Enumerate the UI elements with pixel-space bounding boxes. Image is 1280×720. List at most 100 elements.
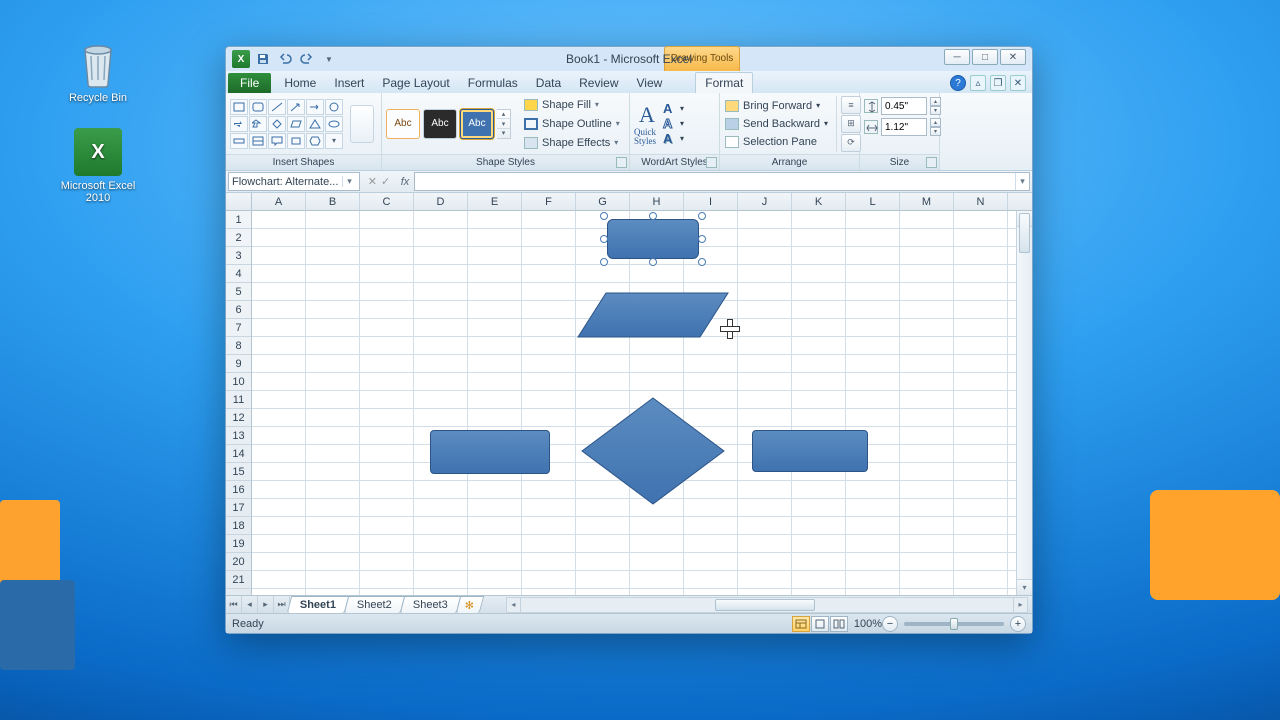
shape-outline-button[interactable]: Shape Outline▾ xyxy=(520,115,624,133)
cells-area[interactable] xyxy=(252,211,1032,595)
column-header[interactable]: J xyxy=(738,193,792,210)
tab-formulas[interactable]: Formulas xyxy=(459,73,527,93)
row-header[interactable]: 15 xyxy=(226,463,251,481)
row-header[interactable]: 19 xyxy=(226,535,251,553)
new-sheet-button[interactable]: ✻ xyxy=(456,596,485,613)
row-header[interactable]: 10 xyxy=(226,373,251,391)
close-button[interactable]: ✕ xyxy=(1000,49,1026,65)
worksheet-grid[interactable]: A B C D E F G H I J K L M N 1 2 3 4 5 6 … xyxy=(226,193,1032,595)
row-header[interactable]: 12 xyxy=(226,409,251,427)
name-box[interactable]: Flowchart: Alternate...▾ xyxy=(228,172,360,191)
tab-data[interactable]: Data xyxy=(527,73,570,93)
column-header[interactable]: M xyxy=(900,193,954,210)
row-header[interactable]: 4 xyxy=(226,265,251,283)
desktop-icon-recycle-bin[interactable]: Recycle Bin xyxy=(58,40,138,104)
shape-option[interactable] xyxy=(306,133,324,149)
row-header[interactable]: 18 xyxy=(226,517,251,535)
chevron-down-icon[interactable]: ▾ xyxy=(342,176,356,187)
qat-customize-button[interactable]: ▼ xyxy=(320,50,338,68)
text-effects-button[interactable]: A▾ xyxy=(663,132,684,146)
row-header[interactable]: 21 xyxy=(226,571,251,589)
maximize-button[interactable]: □ xyxy=(972,49,998,65)
shape-option[interactable] xyxy=(230,99,248,115)
column-header[interactable]: H xyxy=(630,193,684,210)
row-header[interactable]: 16 xyxy=(226,481,251,499)
row-header[interactable]: 6 xyxy=(226,301,251,319)
sheet-tab[interactable]: Sheet1 xyxy=(287,596,350,613)
flowchart-process-shape[interactable] xyxy=(752,430,868,472)
shape-style-preset[interactable]: Abc xyxy=(423,109,457,139)
shape-style-preset[interactable]: Abc xyxy=(386,109,420,139)
edit-shape-button[interactable] xyxy=(350,105,374,143)
tab-page-layout[interactable]: Page Layout xyxy=(373,73,458,93)
shape-style-more-button[interactable]: ▴▾▾ xyxy=(497,109,511,139)
row-header[interactable]: 11 xyxy=(226,391,251,409)
undo-button[interactable] xyxy=(276,50,294,68)
column-header[interactable]: D xyxy=(414,193,468,210)
vertical-scrollbar[interactable]: ▴ ▾ xyxy=(1016,211,1032,595)
row-header[interactable]: 3 xyxy=(226,247,251,265)
column-header[interactable]: B xyxy=(306,193,360,210)
shape-option[interactable] xyxy=(268,133,286,149)
expand-formula-bar[interactable]: ▾ xyxy=(1015,173,1029,190)
scrollbar-thumb[interactable] xyxy=(1019,213,1030,253)
tab-view[interactable]: View xyxy=(628,73,672,93)
restore-workbook-button[interactable]: ❐ xyxy=(990,75,1006,91)
row-header[interactable]: 8 xyxy=(226,337,251,355)
scrollbar-thumb[interactable] xyxy=(715,599,815,611)
shape-option[interactable] xyxy=(249,133,267,149)
excel-app-icon[interactable] xyxy=(232,50,250,68)
row-header[interactable]: 17 xyxy=(226,499,251,517)
flowchart-data-shape[interactable] xyxy=(576,291,730,339)
shape-width-input[interactable] xyxy=(881,118,927,136)
shape-height-input[interactable] xyxy=(881,97,927,115)
shape-option[interactable] xyxy=(325,99,343,115)
shape-option[interactable] xyxy=(306,116,324,132)
desktop-icon-excel[interactable]: Microsoft Excel 2010 xyxy=(58,128,138,204)
sheet-tab[interactable]: Sheet3 xyxy=(400,596,461,613)
column-header[interactable]: I xyxy=(684,193,738,210)
horizontal-scrollbar[interactable]: ◂ ▸ xyxy=(506,597,1028,613)
shape-option[interactable] xyxy=(230,116,248,132)
flowchart-process-shape[interactable] xyxy=(430,430,550,474)
shape-option[interactable] xyxy=(287,99,305,115)
help-button[interactable]: ? xyxy=(950,75,966,91)
shape-effects-button[interactable]: Shape Effects▾ xyxy=(520,134,624,152)
sheet-nav-first[interactable]: ⏮ xyxy=(226,596,242,613)
bring-forward-button[interactable]: Bring Forward▾ xyxy=(722,97,831,115)
scroll-right-arrow[interactable]: ▸ xyxy=(1013,598,1027,612)
flowchart-decision-shape[interactable] xyxy=(580,396,726,506)
column-header[interactable]: G xyxy=(576,193,630,210)
column-header[interactable]: L xyxy=(846,193,900,210)
shape-option[interactable] xyxy=(287,116,305,132)
column-header[interactable]: N xyxy=(954,193,1008,210)
rotate-button[interactable]: ⟳ xyxy=(841,134,861,152)
shape-option[interactable] xyxy=(306,99,324,115)
row-header[interactable]: 9 xyxy=(226,355,251,373)
shape-option[interactable] xyxy=(249,116,267,132)
quick-styles-button[interactable]: AQuick Styles xyxy=(634,102,660,146)
tab-format[interactable]: Format xyxy=(695,72,753,93)
row-header[interactable]: 7 xyxy=(226,319,251,337)
dialog-launcher[interactable] xyxy=(616,157,627,168)
minimize-button[interactable]: ─ xyxy=(944,49,970,65)
fx-icon[interactable]: fx xyxy=(396,176,414,188)
zoom-in-button[interactable]: + xyxy=(1010,616,1026,632)
shape-option[interactable] xyxy=(287,133,305,149)
dialog-launcher[interactable] xyxy=(926,157,937,168)
view-page-break-button[interactable] xyxy=(830,616,848,632)
column-header[interactable]: C xyxy=(360,193,414,210)
redo-button[interactable] xyxy=(298,50,316,68)
text-outline-button[interactable]: A▾ xyxy=(663,117,684,131)
shape-gallery[interactable]: ▾ xyxy=(230,99,343,149)
shape-option[interactable] xyxy=(268,99,286,115)
row-header[interactable]: 20 xyxy=(226,553,251,571)
spinner-down[interactable]: ▾ xyxy=(930,106,941,115)
shape-height-field[interactable]: ▴▾ xyxy=(864,97,941,115)
tab-home[interactable]: Home xyxy=(275,73,325,93)
close-workbook-button[interactable]: ✕ xyxy=(1010,75,1026,91)
tab-review[interactable]: Review xyxy=(570,73,627,93)
text-fill-button[interactable]: A▾ xyxy=(663,102,684,116)
shapes-more-button[interactable]: ▾ xyxy=(325,133,343,149)
column-header[interactable]: F xyxy=(522,193,576,210)
